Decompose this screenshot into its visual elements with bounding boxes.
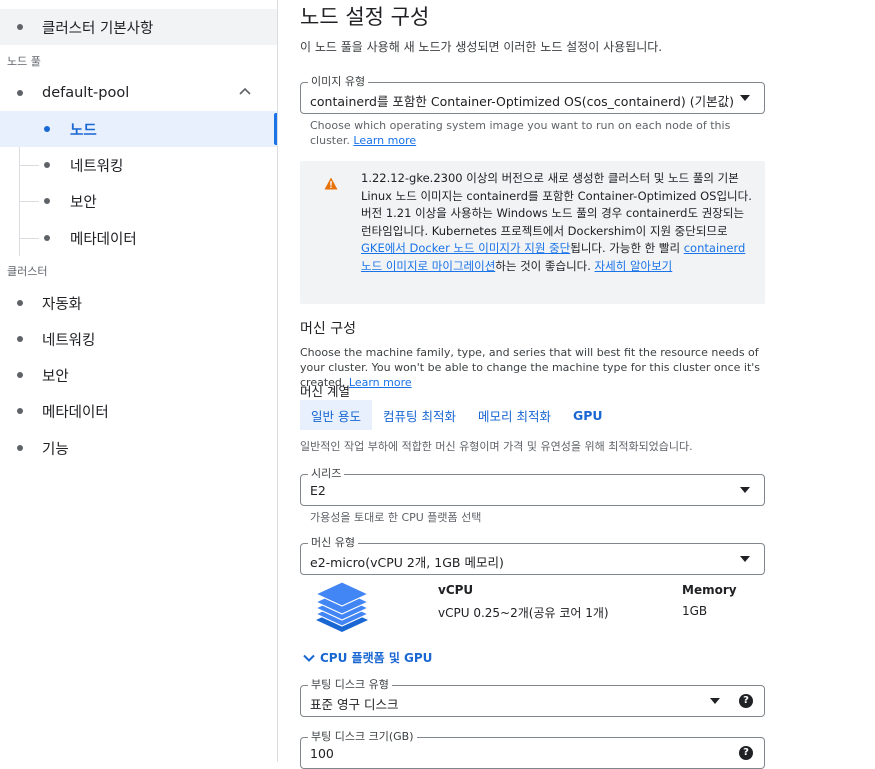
- dropdown-caret-icon: [740, 556, 750, 562]
- vcpu-value: vCPU 0.25~2개(공유 코어 1개): [438, 606, 609, 620]
- warning-text-part: 하는 것이 좋습니다.: [495, 258, 595, 273]
- nav-item-label: 자동화: [42, 296, 83, 313]
- bullet-icon: [17, 408, 23, 414]
- nav-item-label: 클러스터 기본사항: [42, 20, 154, 37]
- bullet-icon: [44, 126, 50, 132]
- series-select[interactable]: 시리즈 E2: [300, 467, 765, 506]
- series-hint: 가용성을 토대로 한 CPU 플랫폼 선택: [310, 511, 482, 524]
- field-label: 부팅 디스크 크기(GB): [308, 730, 417, 744]
- help-icon[interactable]: ?: [739, 694, 753, 708]
- page-title: 노드 설정 구성: [300, 5, 430, 29]
- nav-divider: [277, 0, 278, 762]
- vcpu-header: vCPU: [438, 583, 474, 597]
- expander-label: CPU 플랫폼 및 GPU: [320, 651, 433, 665]
- machine-family-description: 일반적인 작업 부하에 적합한 머신 유형이며 가격 및 유연성을 위해 최적화…: [300, 440, 693, 453]
- nav-item-label: 네트워킹: [70, 158, 124, 175]
- nav-item-label: 메타데이터: [42, 404, 109, 421]
- left-navigation: 클러스터 기본사항 노드 풀 default-pool 노드 네트워킹 보안 메…: [0, 0, 277, 762]
- nav-item-pool-networking[interactable]: 네트워킹: [0, 147, 277, 183]
- nav-section-node-pools: 노드 풀: [7, 55, 41, 68]
- nav-item-features[interactable]: 기능: [0, 430, 277, 466]
- nav-item-automation[interactable]: 자동화: [0, 285, 277, 321]
- field-label: 부팅 디스크 유형: [308, 678, 392, 692]
- nav-item-networking[interactable]: 네트워킹: [0, 321, 277, 357]
- bullet-icon: [17, 372, 23, 378]
- nav-item-default-pool[interactable]: default-pool: [0, 75, 277, 111]
- warning-icon: [324, 177, 338, 190]
- learn-more-link[interactable]: Learn more: [349, 376, 412, 389]
- dropdown-caret-icon: [740, 95, 750, 101]
- chevron-up-icon[interactable]: [239, 85, 251, 97]
- dropdown-caret-icon: [740, 487, 750, 493]
- nav-item-security[interactable]: 보안: [0, 357, 277, 393]
- help-icon[interactable]: ?: [739, 746, 753, 760]
- learn-more-link[interactable]: Learn more: [353, 134, 416, 147]
- machine-type-select[interactable]: 머신 유형 e2-micro(vCPU 2개, 1GB 메모리): [300, 536, 765, 575]
- field-value: containerd를 포함한 Container-Optimized OS(c…: [310, 94, 734, 109]
- nav-item-label: 노드: [70, 122, 97, 139]
- cpu-platform-gpu-expander[interactable]: CPU 플랫폼 및 GPU: [302, 649, 432, 666]
- tab-compute-optimized[interactable]: 컴퓨팅 최적화: [372, 400, 467, 430]
- memory-header: Memory: [682, 583, 737, 597]
- machine-stack-icon: [314, 581, 370, 632]
- bullet-icon: [44, 162, 50, 168]
- bullet-icon: [17, 300, 23, 306]
- nav-item-pool-security[interactable]: 보안: [0, 183, 277, 219]
- nav-item-label: 네트워킹: [42, 332, 96, 349]
- field-label: 시리즈: [308, 467, 345, 481]
- learn-more-link[interactable]: 자세히 알아보기: [595, 259, 673, 273]
- nav-item-label: 보안: [70, 194, 97, 211]
- image-type-hint: Choose which operating system image you …: [310, 118, 760, 148]
- bullet-icon: [44, 235, 50, 241]
- field-label: 이미지 유형: [308, 75, 369, 89]
- dropdown-caret-icon: [710, 698, 720, 704]
- tab-gpu[interactable]: GPU: [562, 400, 614, 430]
- section-title-machine-config: 머신 구성: [300, 321, 356, 337]
- docker-deprecation-link[interactable]: GKE에서 Docker 노드 이미지가 지원 중단: [361, 241, 570, 255]
- nav-item-nodes[interactable]: 노드: [0, 111, 277, 147]
- boot-disk-size-input[interactable]: 부팅 디스크 크기(GB) 100 ?: [300, 730, 765, 769]
- image-type-select[interactable]: 이미지 유형 containerd를 포함한 Container-Optimiz…: [300, 75, 765, 114]
- nav-item-pool-metadata[interactable]: 메타데이터: [0, 220, 277, 256]
- nav-item-metadata[interactable]: 메타데이터: [0, 393, 277, 429]
- warning-callout: 1.22.12-gke.2300 이상의 버전으로 새로 생성한 클러스터 및 …: [300, 161, 765, 304]
- field-value: 표준 영구 디스크: [310, 697, 399, 712]
- nav-section-cluster: 클러스터: [7, 265, 48, 278]
- machine-family-label: 머신 계열: [300, 384, 350, 399]
- warning-text-part: 됩니다. 가능한 한 빨리: [570, 241, 684, 255]
- nav-item-cluster-basics[interactable]: 클러스터 기본사항: [0, 9, 277, 45]
- warning-text-part: 1.22.12-gke.2300 이상의 버전으로 새로 생성한 클러스터 및 …: [361, 171, 752, 238]
- field-label: 머신 유형: [308, 536, 358, 550]
- bullet-icon: [17, 90, 23, 96]
- nav-item-label: 보안: [42, 368, 69, 385]
- machine-config-description: Choose the machine family, type, and ser…: [300, 345, 770, 390]
- field-value: 100: [310, 746, 334, 761]
- boot-disk-type-select[interactable]: 부팅 디스크 유형 표준 영구 디스크 ?: [300, 678, 765, 717]
- machine-family-tabs: 일반 용도 컴퓨팅 최적화 메모리 최적화 GPU: [300, 400, 614, 430]
- field-value: e2-micro(vCPU 2개, 1GB 메모리): [310, 555, 504, 570]
- bullet-icon: [44, 198, 50, 204]
- bullet-icon: [17, 445, 23, 451]
- bullet-icon: [17, 336, 23, 342]
- page-description: 이 노드 풀을 사용해 새 노드가 생성되면 이러한 노드 설정이 사용됩니다.: [300, 40, 663, 54]
- nav-item-label: 메타데이터: [70, 231, 137, 248]
- nav-item-label: default-pool: [42, 85, 130, 101]
- field-value: E2: [310, 483, 326, 498]
- tab-general-purpose[interactable]: 일반 용도: [300, 400, 372, 430]
- chevron-down-icon: [303, 654, 315, 662]
- tab-memory-optimized[interactable]: 메모리 최적화: [467, 400, 562, 430]
- warning-text: 1.22.12-gke.2300 이상의 버전으로 새로 생성한 클러스터 및 …: [361, 170, 753, 275]
- bullet-icon: [17, 24, 23, 30]
- nav-item-label: 기능: [42, 441, 69, 458]
- memory-value: 1GB: [682, 604, 708, 618]
